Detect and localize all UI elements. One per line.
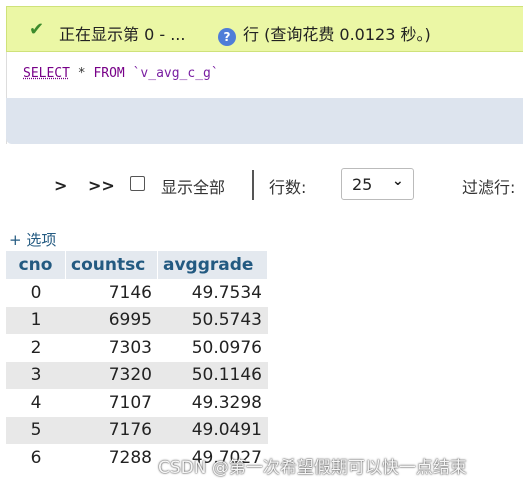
column-header-cno[interactable]: cno (6, 251, 66, 279)
show-all-label[interactable]: 显示全部 (161, 174, 225, 198)
cell-avggrade: 49.3298 (158, 389, 268, 417)
success-message-bar: ✔ 正在显示第 0 - ... ? 行 (查询花费 0.0123 秒。) (6, 6, 523, 52)
last-page-button[interactable]: >> (88, 176, 115, 195)
options-link[interactable]: + 选项 (9, 229, 56, 250)
cell-countsc: 7303 (66, 334, 158, 362)
sql-star: * (69, 66, 94, 81)
cell-countsc: 7146 (66, 279, 158, 307)
cell-avggrade: 50.0976 (158, 334, 268, 362)
cell-avggrade: 50.5743 (158, 306, 268, 334)
table-row: 1 6995 50.5743 (6, 306, 268, 334)
cell-cno: 3 (6, 361, 66, 389)
cell-cno: 0 (6, 279, 66, 307)
pagination-bar: > >> 显示全部 行数: 25 ⌄ 过滤行: (0, 168, 523, 204)
cell-countsc: 7320 (66, 361, 158, 389)
cell-cno: 6 (6, 444, 66, 472)
rows-per-page-select[interactable]: 25 ⌄ (341, 168, 414, 200)
cell-countsc: 6995 (66, 306, 158, 334)
sql-keyword-select[interactable]: SELECT (23, 66, 70, 81)
cell-cno: 1 (6, 306, 66, 334)
rows-per-page-value: 25 (352, 175, 373, 194)
filter-rows-label: 过滤行: (462, 178, 516, 197)
cell-cno: 5 (6, 416, 66, 444)
cell-avggrade: 49.7534 (158, 279, 268, 307)
table-row: 3 7320 50.1146 (6, 361, 268, 389)
sql-actions-footer (6, 98, 523, 144)
chevron-down-icon: ⌄ (392, 173, 404, 189)
column-header-avggrade[interactable]: avggrade (158, 251, 268, 279)
cell-countsc: 7176 (66, 416, 158, 444)
table-row: 2 7303 50.0976 (6, 334, 268, 362)
cell-countsc: 7288 (66, 444, 158, 472)
status-message-timing: 行 (查询花费 0.0123 秒。) (243, 25, 431, 44)
table-header-row: cno countsc avggrade (6, 251, 268, 279)
table-row: 4 7107 49.3298 (6, 389, 268, 417)
status-message: 正在显示第 0 - ... (59, 25, 186, 44)
show-all-checkbox[interactable] (130, 176, 145, 191)
cell-cno: 2 (6, 334, 66, 362)
sql-query: SELECT * FROM `v_avg_c_g` (23, 66, 219, 81)
sql-keyword-from: FROM (93, 66, 125, 81)
results-table: cno countsc avggrade 0 7146 49.7534 1 69… (6, 251, 268, 472)
cell-avggrade: 50.1146 (158, 361, 268, 389)
watermark: CSDN @第一次希望假期可以快一点结束 (158, 458, 467, 478)
divider (252, 170, 254, 200)
table-row: 0 7146 49.7534 (6, 279, 268, 307)
cell-countsc: 7107 (66, 389, 158, 417)
check-icon: ✔ (29, 19, 45, 40)
cell-avggrade: 49.0491 (158, 416, 268, 444)
table-row: 5 7176 49.0491 (6, 416, 268, 444)
cell-cno: 4 (6, 389, 66, 417)
column-header-countsc[interactable]: countsc (66, 251, 158, 279)
rows-label: 行数: (269, 178, 307, 197)
next-page-button[interactable]: > (54, 176, 67, 195)
help-icon[interactable]: ? (218, 28, 236, 46)
sql-table-name: `v_avg_c_g` (124, 66, 219, 81)
